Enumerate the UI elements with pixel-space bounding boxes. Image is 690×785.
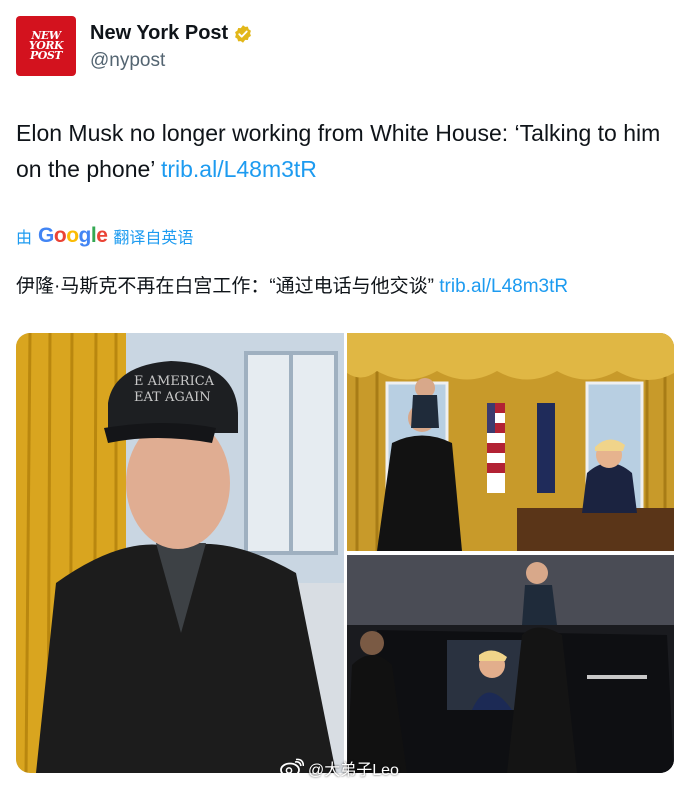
verified-badge-icon	[235, 24, 252, 43]
photo-oval-office[interactable]	[347, 333, 674, 551]
translated-body: 伊隆·马斯克不再在白宫工作：“通过电话与他交谈”	[16, 276, 440, 297]
hat-text-line-2: EAT AGAIN	[134, 390, 211, 405]
account-name-row: New York Post	[90, 22, 253, 45]
nypost-logo-avatar[interactable]: NEW YORK POST	[16, 16, 76, 76]
photo-car-scene[interactable]	[347, 555, 674, 773]
media-grid: E AMERICA EAT AGAIN	[16, 333, 674, 773]
translated-link[interactable]: trib.al/L48m3tR	[439, 276, 568, 297]
weibo-icon	[280, 758, 304, 778]
translated-text: 伊隆·马斯克不再在白宫工作：“通过电话与他交谈” trib.al/L48m3tR	[16, 272, 568, 302]
tweet-header: NEW YORK POST New York Post @nypost	[16, 16, 676, 76]
tweet-text: Elon Musk no longer working from White H…	[16, 115, 666, 187]
translated-by-google[interactable]: 由 Google 翻译自英语	[16, 224, 193, 248]
tweet-body: Elon Musk no longer working from White H…	[16, 120, 661, 182]
account-handle[interactable]: @nypost	[90, 50, 165, 72]
photo-musk-portrait-image: E AMERICA EAT AGAIN	[16, 333, 344, 773]
hat-text-line-1: E AMERICA	[134, 374, 215, 389]
watermark: @大弟子Leo	[280, 756, 399, 780]
translated-prefix: 由	[16, 230, 33, 247]
tweet-link[interactable]: trib.al/L48m3tR	[161, 156, 317, 182]
photo-oval-office-image	[347, 333, 674, 551]
translated-suffix: 翻译自英语	[113, 230, 194, 247]
flag-us	[487, 403, 505, 493]
google-logo: Google	[38, 224, 108, 247]
watermark-text: @大弟子Leo	[308, 762, 399, 779]
photo-car-scene-image	[347, 555, 674, 773]
account-name[interactable]: New York Post	[90, 22, 228, 45]
photo-musk-portrait[interactable]: E AMERICA EAT AGAIN	[16, 333, 344, 773]
logo-line-3: POST	[30, 49, 62, 62]
